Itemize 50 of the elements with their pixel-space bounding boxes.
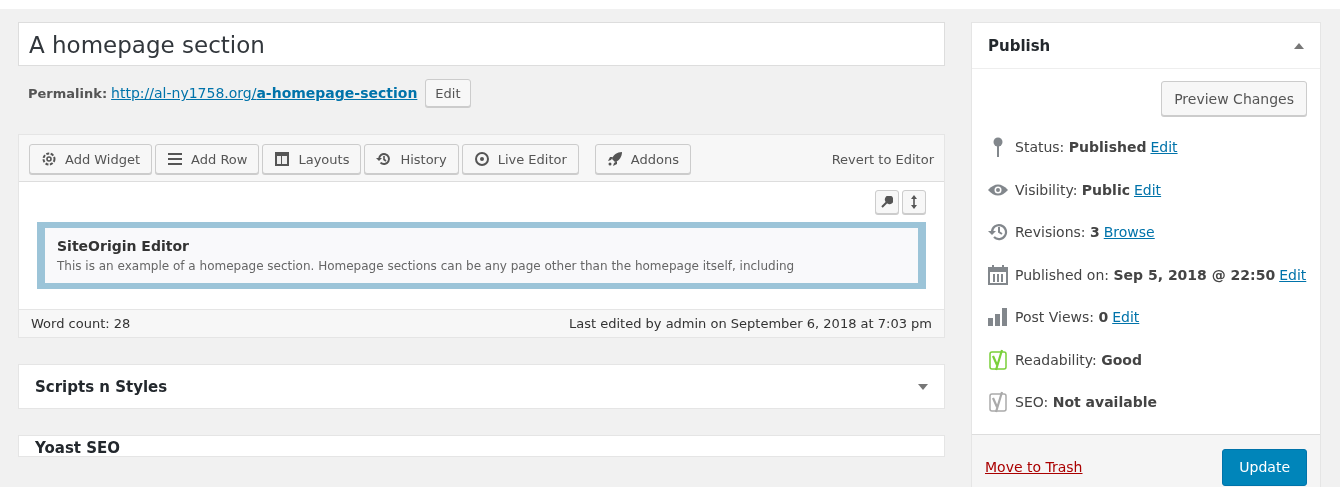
toolbar-button[interactable]: Add Widget [29, 144, 153, 174]
move-button[interactable] [902, 190, 926, 214]
meta-text: Readability: Good [1015, 351, 1142, 368]
permalink-link[interactable]: http://al-ny1758.org/a-homepage-section [111, 85, 418, 101]
bar-chart-icon [988, 308, 1008, 327]
title-field[interactable]: A homepage section [18, 22, 945, 66]
toolbar-button[interactable]: Add Row [155, 144, 260, 174]
history-icon [376, 151, 393, 167]
rocket-icon [606, 151, 623, 167]
caret-icon[interactable] [1294, 42, 1304, 49]
meta-link[interactable]: Browse [1103, 224, 1155, 241]
panel-title[interactable]: Yoast SEO [35, 439, 121, 457]
widget-title: SiteOrigin Editor [57, 238, 190, 254]
meta-link[interactable]: Edit [1134, 181, 1162, 198]
up-down-arrow-icon [910, 195, 918, 209]
gear-icon [41, 151, 57, 167]
meta-link[interactable]: Edit [1150, 139, 1178, 156]
history-icon [988, 222, 1008, 243]
caret-icon[interactable] [918, 383, 928, 390]
meta-text: Status: Published [1015, 139, 1147, 156]
meta-text: Published on: Sep 5, 2018 @ 22:50 [1015, 266, 1276, 283]
permalink-label: Permalink: [28, 85, 108, 101]
eye-icon [473, 151, 490, 167]
update-button[interactable]: Update [1222, 448, 1307, 486]
widget-excerpt: This is an example of a homepage section. Homepage sections can be any page other than the homepage itself, including [57, 259, 796, 273]
toolbar-button[interactable]: Layouts [262, 144, 362, 174]
meta-link[interactable]: Edit [1279, 266, 1307, 283]
meta-text: Revisions: 3 [1015, 224, 1100, 241]
panel-title[interactable]: Scripts n Styles [35, 377, 168, 396]
toolbar-button[interactable]: Live Editor [461, 144, 579, 174]
preview-button[interactable]: Preview Changes [1161, 81, 1307, 116]
widget-card[interactable]: SiteOrigin Editor This is an example of a homepage section. Homepage sections can be any page other than the homepage itself, including [45, 228, 918, 283]
eye-icon [987, 182, 1009, 197]
toolbar-button[interactable]: History [364, 144, 459, 174]
pin-icon [993, 137, 1003, 158]
meta-link[interactable]: Edit [1112, 309, 1140, 326]
edit-button[interactable]: Edit [425, 79, 471, 107]
meta-text: SEO: Not available [1015, 394, 1157, 411]
layout-icon [274, 151, 291, 167]
revert-link[interactable]: Revert to Editor [831, 151, 934, 167]
toolbar-button[interactable]: Addons [594, 144, 691, 174]
word-count: Word count: 28 [31, 316, 131, 331]
publish-title: Publish [988, 36, 1051, 55]
menu-icon [167, 152, 184, 166]
wrench-button[interactable] [875, 190, 899, 214]
last-edited: Last edited by admin on September 6, 2018 at 7:03 pm [569, 316, 932, 331]
calendar-icon [988, 264, 1008, 285]
trash-link[interactable]: Move to Trash [985, 459, 1083, 475]
meta-text: Post Views: 0 [1015, 309, 1109, 326]
meta-text: Visibility: Public [1015, 181, 1130, 198]
